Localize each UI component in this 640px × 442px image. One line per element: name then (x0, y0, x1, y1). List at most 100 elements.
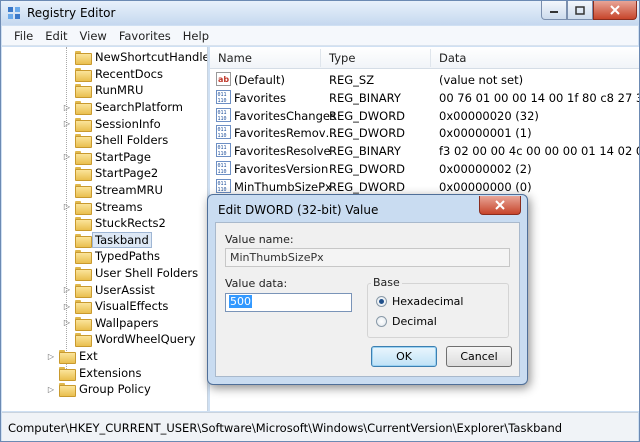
column-data[interactable]: Data (439, 51, 466, 65)
menu-file[interactable]: File (8, 26, 39, 45)
svg-text:110: 110 (218, 116, 227, 122)
close-icon (610, 5, 620, 15)
table-row[interactable]: 011 110 FavoritesVersion REG_DWORD 0x0000000… (210, 160, 639, 177)
expand-arrow-icon[interactable]: ▷ (62, 119, 72, 128)
table-row[interactable]: 011 110 MinThumbSizePx REG_DWORD 0x00000000 … (210, 178, 639, 195)
status-bar: Computer\HKEY_CURRENT_USER\Software\Micr… (2, 412, 638, 441)
folder-icon (75, 184, 92, 199)
table-row[interactable]: 011 110 FavoritesRemov… REG_DWORD 0x00000001… (210, 124, 639, 141)
tree-item-label: Streams (95, 199, 143, 214)
folder-icon (75, 333, 92, 348)
tree-item[interactable]: User Shell Folders (62, 265, 198, 282)
close-button[interactable] (593, 1, 637, 20)
menu-view[interactable]: View (74, 26, 113, 45)
tree-item[interactable]: WordWheelQuery (62, 331, 196, 348)
dialog-title: Edit DWORD (32-bit) Value (218, 203, 379, 217)
folder-icon (75, 233, 92, 248)
cell-data: (value not set) (439, 73, 524, 87)
tree-item[interactable]: NewShortcutHandle (62, 49, 207, 66)
tree-item[interactable]: Taskband (62, 231, 152, 249)
tree-item[interactable]: ▷ Streams (62, 198, 143, 215)
folder-icon (75, 134, 92, 149)
registry-key-tree[interactable]: NewShortcutHandle RecentDocs RunMRU ▷ Search… (2, 47, 208, 411)
svg-text:110: 110 (218, 187, 227, 193)
hexadecimal-radio[interactable]: Hexadecimal (376, 295, 463, 308)
column-type[interactable]: Type (329, 51, 355, 65)
folder-icon (75, 167, 92, 182)
cell-data: 0x00000020 (32) (439, 108, 539, 123)
cell-data: 0x00000002 (2) (439, 162, 532, 176)
tree-item-label: SearchPlatform (95, 100, 184, 115)
tree-item-label: StreamMRU (95, 183, 163, 198)
tree-item-label: Group Policy (79, 382, 151, 397)
dialog-close-button[interactable] (479, 196, 521, 215)
cancel-button[interactable]: Cancel (446, 346, 512, 367)
minimize-button[interactable] (541, 1, 567, 20)
window-title: Registry Editor (27, 6, 116, 20)
tree-item[interactable]: TypedPaths (62, 248, 160, 265)
tree-item[interactable]: ▷ StartPage (62, 149, 151, 166)
tree-item[interactable]: StreamMRU (62, 182, 163, 199)
cell-name: (Default) (234, 73, 285, 87)
maximize-button[interactable] (567, 1, 593, 20)
value-data-input[interactable]: 500 (225, 293, 352, 312)
tree-item-label: StartPage (95, 149, 151, 164)
decimal-radio[interactable]: Decimal (376, 315, 437, 328)
title-bar[interactable]: Registry Editor (1, 1, 639, 25)
expand-arrow-icon[interactable]: ▷ (46, 352, 56, 361)
tree-item[interactable]: ▷ Wallpapers (62, 315, 159, 332)
tree-item[interactable]: RunMRU (62, 82, 143, 99)
tree-item-label: StartPage2 (95, 166, 159, 181)
table-row[interactable]: 011 110 FavoritesChanges REG_DWORD 0x0000002… (210, 107, 639, 124)
cell-data: f3 02 00 00 4c 00 00 00 01 14 02 00 00 0… (439, 144, 639, 159)
tree-item[interactable]: Shell Folders (62, 132, 168, 149)
hexadecimal-label: Hexadecimal (392, 295, 464, 308)
folder-icon (75, 283, 92, 298)
column-name[interactable]: Name (218, 51, 252, 65)
folder-icon (59, 366, 76, 381)
tree-item[interactable]: ▷ Group Policy (46, 381, 151, 398)
column-separator[interactable] (430, 49, 431, 67)
expand-arrow-icon[interactable]: ▷ (62, 318, 72, 327)
menu-help[interactable]: Help (177, 26, 215, 45)
menu-edit[interactable]: Edit (39, 26, 73, 45)
tree-item[interactable]: ▷ SessionInfo (62, 115, 161, 132)
expand-arrow-icon[interactable]: ▷ (46, 385, 56, 394)
ok-button[interactable]: OK (371, 346, 437, 367)
decimal-label: Decimal (392, 315, 437, 328)
menu-bar: File Edit View Favorites Help (2, 26, 638, 46)
tree-item-label: User Shell Folders (95, 266, 199, 281)
tree-item[interactable]: ▷ VisualEffects (62, 298, 168, 315)
folder-icon (75, 300, 92, 315)
tree-item-label: SessionInfo (95, 116, 161, 131)
radio-unselected-icon (376, 316, 387, 327)
table-row[interactable]: 011 110 FavoritesResolve REG_BINARY f3 02 00… (210, 142, 639, 159)
value-data-text: 500 (229, 295, 252, 308)
expand-arrow-icon[interactable]: ▷ (62, 152, 72, 161)
cell-data: 00 76 01 00 00 14 00 1f 80 c8 27 34 1f 1… (439, 90, 639, 105)
tree-item[interactable]: Extensions (46, 364, 141, 381)
tree-item-label: StuckRects2 (95, 216, 166, 231)
tree-item[interactable]: StartPage2 (62, 165, 158, 182)
menu-favorites[interactable]: Favorites (113, 26, 177, 45)
cell-data: 0x00000000 (0) (439, 179, 532, 194)
folder-icon (59, 350, 76, 365)
expand-arrow-icon[interactable]: ▷ (62, 103, 72, 112)
folder-icon (75, 51, 92, 66)
cell-type: REG_DWORD (329, 162, 406, 176)
cell-data: 0x00000001 (1) (439, 126, 532, 141)
svg-text:110: 110 (218, 133, 227, 139)
tree-item[interactable]: ▷ UserAssist (62, 281, 155, 298)
tree-item[interactable]: StuckRects2 (62, 215, 166, 232)
table-row[interactable]: ab (Default) REG_SZ (value not set) (210, 71, 639, 88)
expand-arrow-icon[interactable]: ▷ (62, 302, 72, 311)
expand-arrow-icon[interactable]: ▷ (62, 285, 72, 294)
expand-arrow-icon[interactable]: ▷ (62, 202, 72, 211)
tree-item-label: WordWheelQuery (95, 332, 196, 347)
tree-item[interactable]: ▷ Ext (46, 348, 98, 365)
table-row[interactable]: 011 110 Favorites REG_BINARY 00 76 01 00 00 … (210, 89, 639, 106)
tree-item[interactable]: ▷ SearchPlatform (62, 99, 183, 116)
column-separator[interactable] (320, 49, 321, 67)
svg-text:110: 110 (218, 169, 227, 175)
tree-item[interactable]: RecentDocs (62, 66, 163, 83)
